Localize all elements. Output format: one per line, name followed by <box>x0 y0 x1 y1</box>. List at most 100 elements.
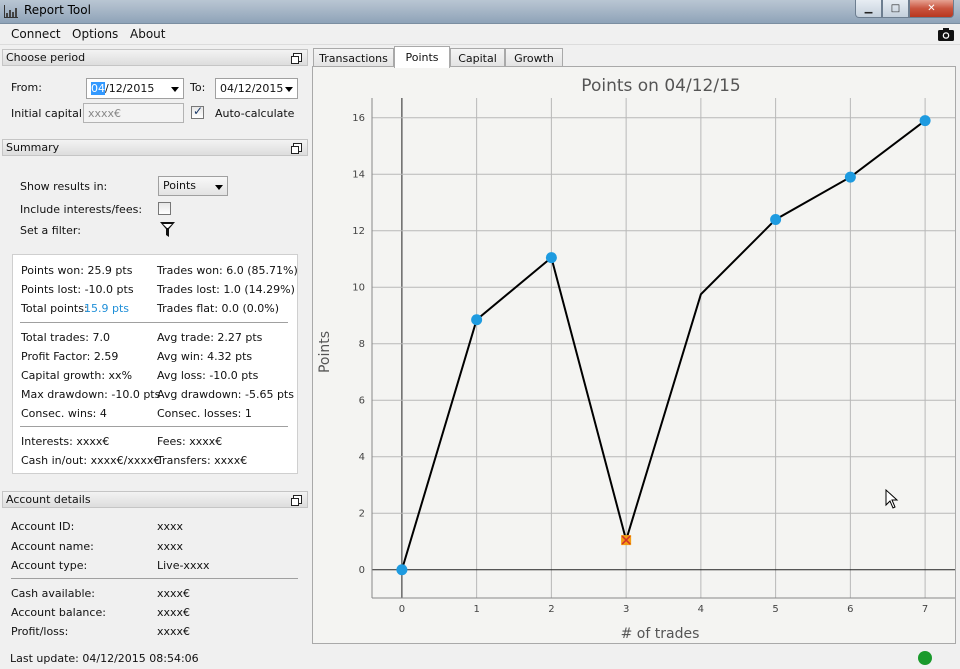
account-details-title: Account details <box>6 493 91 506</box>
x-axis-label: # of trades <box>621 626 700 642</box>
x-tick-label: 6 <box>847 604 853 615</box>
include-interests-checkbox[interactable] <box>158 202 171 215</box>
from-date-selected: 04 <box>91 82 105 95</box>
float-panel-icon[interactable] <box>291 53 302 64</box>
stat-left-8: Interests: xxxx€ <box>21 435 110 448</box>
account-row-value: xxxx€ <box>157 587 191 600</box>
chevron-down-icon[interactable] <box>285 87 293 92</box>
stat-right-8: Fees: xxxx€ <box>157 435 223 448</box>
app-chart-icon <box>4 5 18 18</box>
choose-period-header: Choose period <box>2 49 308 66</box>
choose-period-title: Choose period <box>6 51 86 64</box>
last-update-text: Last update: 04/12/2015 08:54:06 <box>10 652 199 665</box>
stat-left-6: Max drawdown: -10.0 pts <box>21 388 161 401</box>
account-row-value: Live-xxxx <box>157 559 210 572</box>
account-details-header: Account details <box>2 491 308 508</box>
stat-left-2: Total points: <box>21 302 88 315</box>
divider <box>20 322 288 323</box>
stat-left-0: Points won: 25.9 pts <box>21 264 133 277</box>
title-bar: Report Tool ▁ □ ✕ <box>0 0 960 24</box>
stat-left-4: Profit Factor: 2.59 <box>21 350 119 363</box>
menu-options[interactable]: Options <box>72 27 118 41</box>
account-row-value: xxxx€ <box>157 625 191 638</box>
stat-left-7: Consec. wins: 4 <box>21 407 107 420</box>
stat-right-9: Transfers: xxxx€ <box>157 454 248 467</box>
points-chart-panel: 0 1 2 3 4 5 6 7 0 2 4 6 8 10 12 14 16 Points on 04/12/15 #… <box>312 66 956 644</box>
chart-title: Points on 04/12/15 <box>581 76 740 96</box>
divider <box>11 578 298 579</box>
x-tick-label: 0 <box>399 604 405 615</box>
to-date-field[interactable]: 04/12/2015 <box>215 78 298 99</box>
from-label: From: <box>11 81 42 94</box>
auto-calculate-checkbox[interactable] <box>191 104 204 119</box>
float-panel-icon[interactable] <box>291 143 302 154</box>
points-chart: 0 1 2 3 4 5 6 70246810121416Points on 04/12/15#… <box>317 76 955 642</box>
tab-capital[interactable]: Capital <box>450 48 505 67</box>
account-row-label: Account name: <box>11 540 94 553</box>
menu-about[interactable]: About <box>130 27 165 41</box>
tab-growth[interactable]: Growth <box>505 48 563 67</box>
initial-capital-label: Initial capital: <box>11 107 86 120</box>
filter-icon[interactable] <box>160 222 175 238</box>
stat-left-9: Cash in/out: xxxx€/xxxx€ <box>21 454 161 467</box>
summary-header: Summary <box>2 139 308 156</box>
y-tick-label: 0 <box>359 565 365 576</box>
y-tick-label: 8 <box>359 339 365 350</box>
data-point <box>919 115 931 127</box>
minimize-button[interactable]: ▁ <box>855 0 882 18</box>
to-date-value: 04/12/2015 <box>220 82 284 95</box>
stat-right-5: Avg loss: -10.0 pts <box>157 369 259 382</box>
stat-right-0: Trades won: 6.0 (85.71%) <box>157 264 298 277</box>
from-date-field[interactable]: 04/12/2015 <box>86 78 184 99</box>
show-results-select[interactable]: Points <box>158 176 228 196</box>
x-tick-label: 3 <box>623 604 629 615</box>
from-date-rest: /12/2015 <box>105 82 155 95</box>
account-row-label: Account ID: <box>11 520 75 533</box>
summary-title: Summary <box>6 141 60 154</box>
show-results-label: Show results in: <box>20 180 108 193</box>
close-button[interactable]: ✕ <box>909 0 954 18</box>
stat-right-7: Consec. losses: 1 <box>157 407 252 420</box>
chevron-down-icon[interactable] <box>215 185 223 190</box>
stat-right-1: Trades lost: 1.0 (14.29%) <box>157 283 295 296</box>
total-points-value: 15.9 pts <box>84 302 130 315</box>
account-row-value: xxxx€ <box>157 606 191 619</box>
x-tick-label: 5 <box>772 604 778 615</box>
y-tick-label: 4 <box>359 452 365 463</box>
camera-icon[interactable] <box>938 27 954 41</box>
show-results-value: Points <box>163 179 197 192</box>
x-tick-label: 7 <box>922 604 928 615</box>
account-row-label: Cash available: <box>11 587 95 600</box>
window-title: Report Tool <box>24 3 91 17</box>
stat-right-2: Trades flat: 0.0 (0.0%) <box>157 302 280 315</box>
y-tick-label: 16 <box>352 113 365 124</box>
data-point <box>545 252 557 264</box>
tab-points[interactable]: Points <box>394 46 450 68</box>
account-row-value: xxxx <box>157 520 184 533</box>
float-panel-icon[interactable] <box>291 495 302 506</box>
account-row-value: xxxx <box>157 540 184 553</box>
initial-capital-input[interactable]: xxxx€ <box>83 103 184 123</box>
y-axis-label: Points <box>317 331 333 373</box>
maximize-button[interactable]: □ <box>882 0 909 18</box>
menu-connect[interactable]: Connect <box>11 27 61 41</box>
y-tick-label: 10 <box>352 282 365 293</box>
include-interests-label: Include interests/fees: <box>20 203 143 216</box>
stat-right-3: Avg trade: 2.27 pts <box>157 331 263 344</box>
points-series-line <box>400 119 926 571</box>
tab-transactions[interactable]: Transactions <box>313 48 394 67</box>
divider <box>20 426 288 427</box>
data-point <box>770 213 782 225</box>
mouse-cursor-icon <box>885 489 899 509</box>
data-point <box>471 314 483 326</box>
to-label: To: <box>190 81 206 94</box>
x-tick-label: 2 <box>548 604 554 615</box>
stat-left-5: Capital growth: xx% <box>21 369 133 382</box>
account-row-label: Account balance: <box>11 606 106 619</box>
stat-right-4: Avg win: 4.32 pts <box>157 350 253 363</box>
chevron-down-icon[interactable] <box>171 87 179 92</box>
account-row-label: Account type: <box>11 559 88 572</box>
data-point <box>844 171 856 183</box>
data-point <box>396 564 408 576</box>
auto-calculate-label: Auto-calculate <box>215 107 295 120</box>
